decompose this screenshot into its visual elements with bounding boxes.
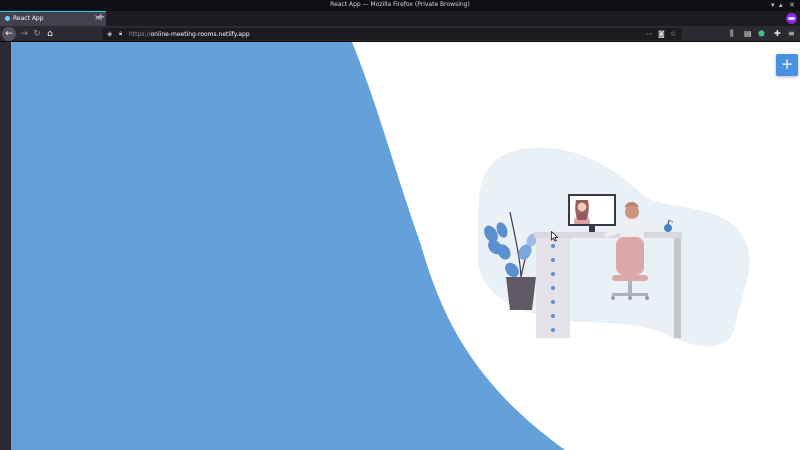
back-button[interactable]: ← <box>2 27 16 41</box>
page-actions-icon[interactable]: ⋯ <box>646 29 653 39</box>
page-left-border <box>0 42 11 450</box>
chair <box>616 237 644 275</box>
url-bar[interactable]: ◈ 🔒︎ https://online-meeting-rooms.netlif… <box>102 28 682 40</box>
react-favicon-icon <box>5 16 10 21</box>
plant-pot <box>506 277 536 310</box>
url-protocol: https:// <box>129 30 151 38</box>
tracking-protection-icon[interactable]: ◈ <box>107 30 113 38</box>
tab-react-app[interactable]: React App × <box>0 11 106 26</box>
pocket-icon[interactable]: ◙ <box>658 29 665 39</box>
extensions-icon[interactable]: ✚ <box>774 27 781 41</box>
sidebar-icon[interactable]: ▤ <box>744 27 752 41</box>
close-window-icon[interactable]: ✕ <box>789 1 795 9</box>
home-button[interactable]: ⌂ <box>43 27 57 41</box>
maximize-icon[interactable]: ▴ <box>779 1 783 9</box>
mouse-cursor-icon <box>551 231 559 242</box>
navigation-toolbar: ← → ↻ ⌂ ◈ 🔒︎ https://online-meeting-room… <box>0 26 800 42</box>
add-room-button[interactable]: + <box>776 54 798 76</box>
url-text[interactable]: https://online-meeting-rooms.netlify.app <box>129 30 250 39</box>
window-title: React App — Mozilla Firefox (Private Bro… <box>330 1 470 8</box>
extension-shield-icon[interactable]: ⬟ <box>758 27 765 41</box>
library-icon[interactable]: ⫼ <box>730 27 734 41</box>
menu-icon[interactable]: ≡ <box>788 27 795 41</box>
private-browsing-icon <box>786 13 797 24</box>
page-content: + <box>0 42 800 450</box>
window-titlebar: React App — Mozilla Firefox (Private Bro… <box>0 0 800 11</box>
forward-button[interactable]: → <box>17 27 31 41</box>
url-host: online-meeting-rooms.netlify.app <box>150 30 250 38</box>
new-tab-button[interactable]: + <box>95 11 107 25</box>
lock-icon[interactable]: 🔒︎ <box>119 30 122 38</box>
minimize-icon[interactable]: ▾ <box>771 1 775 9</box>
meeting-illustration <box>477 147 750 347</box>
tab-strip: React App × + <box>0 11 800 26</box>
bookmark-star-icon[interactable]: ☆ <box>670 29 676 39</box>
tab-label: React App <box>13 14 44 22</box>
reload-button[interactable]: ↻ <box>30 27 44 41</box>
